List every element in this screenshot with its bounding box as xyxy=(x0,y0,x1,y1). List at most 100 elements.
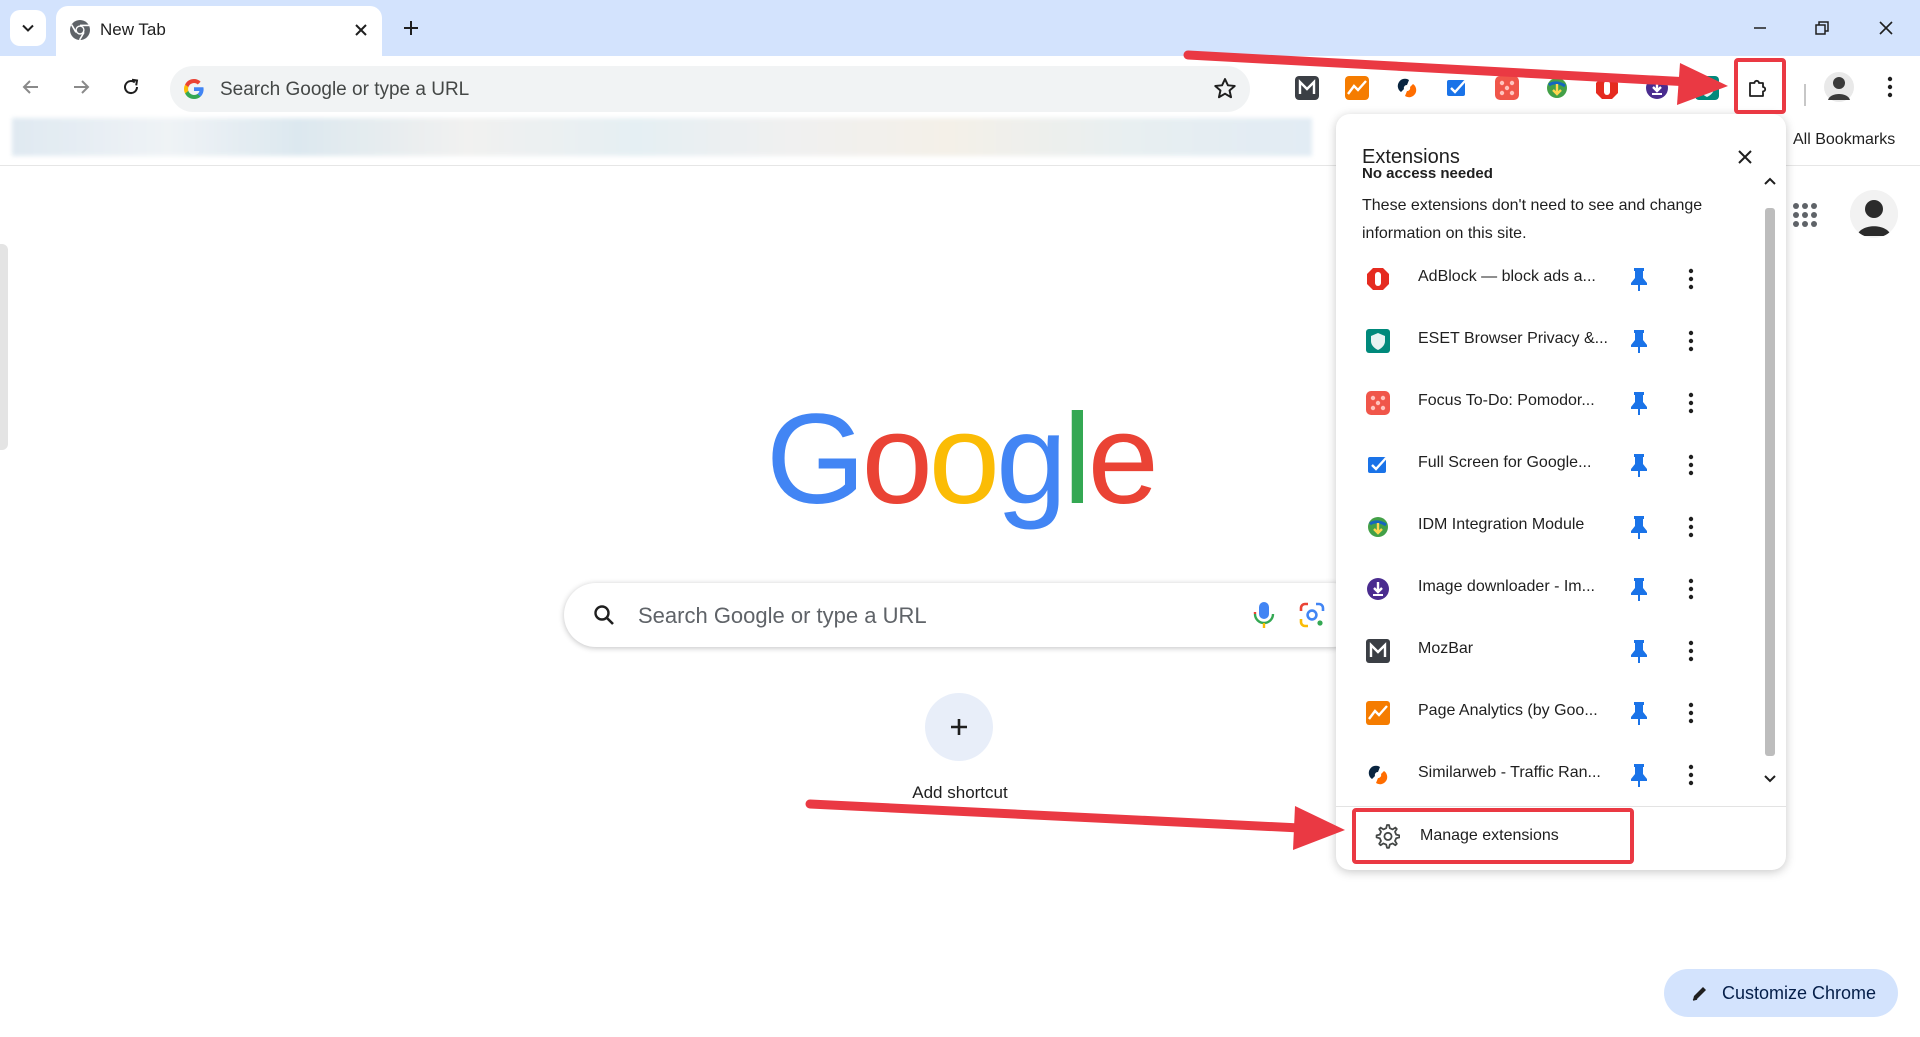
pin-icon[interactable] xyxy=(1628,390,1650,416)
extension-name: MozBar xyxy=(1418,640,1474,657)
extension-row[interactable]: Full Screen for Google... xyxy=(1336,434,1756,496)
reload-button[interactable] xyxy=(112,68,150,106)
google-apps-icon[interactable] xyxy=(1790,200,1820,230)
bookmark-star-icon[interactable] xyxy=(1212,76,1238,102)
mozbar-icon[interactable] xyxy=(1295,76,1319,100)
eset-icon[interactable] xyxy=(1695,76,1719,100)
more-options-icon[interactable] xyxy=(1686,700,1696,726)
extensions-scrollbar[interactable] xyxy=(1760,168,1780,794)
address-bar[interactable]: Search Google or type a URL xyxy=(170,66,1250,112)
close-icon xyxy=(355,24,367,36)
image-downloader-icon xyxy=(1367,578,1389,600)
logo-letter: g xyxy=(995,388,1067,531)
extension-name: Full Screen for Google... xyxy=(1418,454,1592,471)
pin-icon[interactable] xyxy=(1628,576,1650,602)
tab-close-button[interactable] xyxy=(348,17,374,43)
pin-icon[interactable] xyxy=(1628,762,1650,788)
highlight-box-extensions-button xyxy=(1734,58,1786,114)
highlight-box-manage-extensions xyxy=(1352,808,1634,864)
chrome-menu-button[interactable] xyxy=(1872,68,1908,106)
add-shortcut-button[interactable] xyxy=(925,693,993,761)
similarweb-icon xyxy=(1367,764,1389,786)
close-icon xyxy=(1738,150,1752,164)
adblock-icon xyxy=(1367,268,1389,290)
extension-name: Image downloader - Im... xyxy=(1418,578,1595,595)
adblock-icon[interactable] xyxy=(1595,76,1619,100)
address-bar-placeholder: Search Google or type a URL xyxy=(220,79,470,100)
arrow-to-manage-extensions xyxy=(805,799,1345,850)
extension-row[interactable]: MozBar xyxy=(1336,620,1756,682)
new-tab-button[interactable] xyxy=(396,13,426,43)
more-options-icon[interactable] xyxy=(1686,390,1696,416)
focus-todo-icon[interactable] xyxy=(1495,76,1519,100)
tab-new-tab[interactable]: New Tab xyxy=(56,6,382,56)
chevron-down-icon xyxy=(22,24,34,32)
pin-icon[interactable] xyxy=(1628,452,1650,478)
arrow-left-icon xyxy=(22,80,38,94)
focus-todo-icon xyxy=(1366,391,1390,415)
extension-name: Similarweb - Traffic Ran... xyxy=(1418,764,1601,781)
pin-icon[interactable] xyxy=(1628,328,1650,354)
extensions-list: AdBlock — block ads a... ESET Browser Pr… xyxy=(1336,248,1756,806)
customize-chrome-label: Customize Chrome xyxy=(1722,982,1877,1003)
extension-row[interactable]: Page Analytics (by Goo... xyxy=(1336,682,1756,744)
extension-name: ESET Browser Privacy &... xyxy=(1418,330,1608,347)
logo-letter: l xyxy=(1063,388,1092,531)
customize-chrome-button[interactable]: Customize Chrome xyxy=(1664,969,1898,1017)
extensions-close-button[interactable] xyxy=(1732,144,1758,170)
close-icon xyxy=(1879,21,1893,35)
similarweb-icon[interactable] xyxy=(1395,76,1419,100)
extension-row[interactable]: Image downloader - Im... xyxy=(1336,558,1756,620)
extension-row[interactable]: IDM Integration Module xyxy=(1336,496,1756,558)
mozbar-icon xyxy=(1366,639,1390,663)
extension-name: Page Analytics (by Goo... xyxy=(1418,702,1598,719)
more-options-icon[interactable] xyxy=(1686,328,1696,354)
back-button[interactable] xyxy=(12,68,50,106)
extension-row[interactable]: AdBlock — block ads a... xyxy=(1336,248,1756,310)
full-screen-icon[interactable] xyxy=(1445,76,1469,100)
more-options-icon[interactable] xyxy=(1686,452,1696,478)
image-downloader-icon[interactable] xyxy=(1645,76,1669,100)
extension-row[interactable]: ESET Browser Privacy &... xyxy=(1336,310,1756,372)
more-options-icon[interactable] xyxy=(1686,266,1696,292)
scroll-down-icon[interactable] xyxy=(1764,775,1776,783)
google-g-icon xyxy=(184,79,204,99)
plus-icon xyxy=(404,21,418,35)
forward-button[interactable] xyxy=(62,68,100,106)
minimize-icon xyxy=(1754,27,1766,29)
scrollbar-thumb[interactable] xyxy=(1765,208,1775,756)
microphone-icon[interactable] xyxy=(1250,600,1278,630)
plus-icon xyxy=(951,719,967,735)
arrow-right-icon xyxy=(74,80,90,94)
scroll-up-icon[interactable] xyxy=(1764,177,1776,185)
tab-title: New Tab xyxy=(100,20,166,39)
tab-search-button[interactable] xyxy=(10,10,46,46)
restore-icon xyxy=(1815,21,1829,35)
account-avatar[interactable] xyxy=(1850,190,1898,238)
more-options-icon[interactable] xyxy=(1686,638,1696,664)
more-options-icon[interactable] xyxy=(1686,576,1696,602)
section-heading: No access needed xyxy=(1362,168,1493,180)
google-lens-icon[interactable] xyxy=(1298,601,1326,629)
restore-button[interactable] xyxy=(1800,8,1844,48)
idm-icon[interactable] xyxy=(1545,76,1569,100)
all-bookmarks-link[interactable]: All Bookmarks xyxy=(1793,131,1895,149)
page-analytics-icon xyxy=(1366,701,1390,725)
extension-row[interactable]: Similarweb - Traffic Ran... xyxy=(1336,744,1756,806)
extensions-menu-title: Extensions xyxy=(1362,146,1460,168)
pin-icon[interactable] xyxy=(1628,514,1650,540)
pin-icon[interactable] xyxy=(1628,700,1650,726)
profile-button[interactable] xyxy=(1820,68,1858,106)
add-shortcut-label: Add shortcut xyxy=(912,783,1008,802)
pin-icon[interactable] xyxy=(1628,266,1650,292)
ntp-search-box[interactable]: Search Google or type a URL xyxy=(564,583,1364,647)
kebab-menu-icon xyxy=(1887,76,1893,98)
more-options-icon[interactable] xyxy=(1686,514,1696,540)
minimize-button[interactable] xyxy=(1738,8,1782,48)
page-analytics-icon[interactable] xyxy=(1345,76,1369,100)
pin-icon[interactable] xyxy=(1628,638,1650,664)
close-window-button[interactable] xyxy=(1864,8,1908,48)
extension-row[interactable]: Focus To-Do: Pomodor... xyxy=(1336,372,1756,434)
more-options-icon[interactable] xyxy=(1686,762,1696,788)
divider xyxy=(1336,806,1786,807)
